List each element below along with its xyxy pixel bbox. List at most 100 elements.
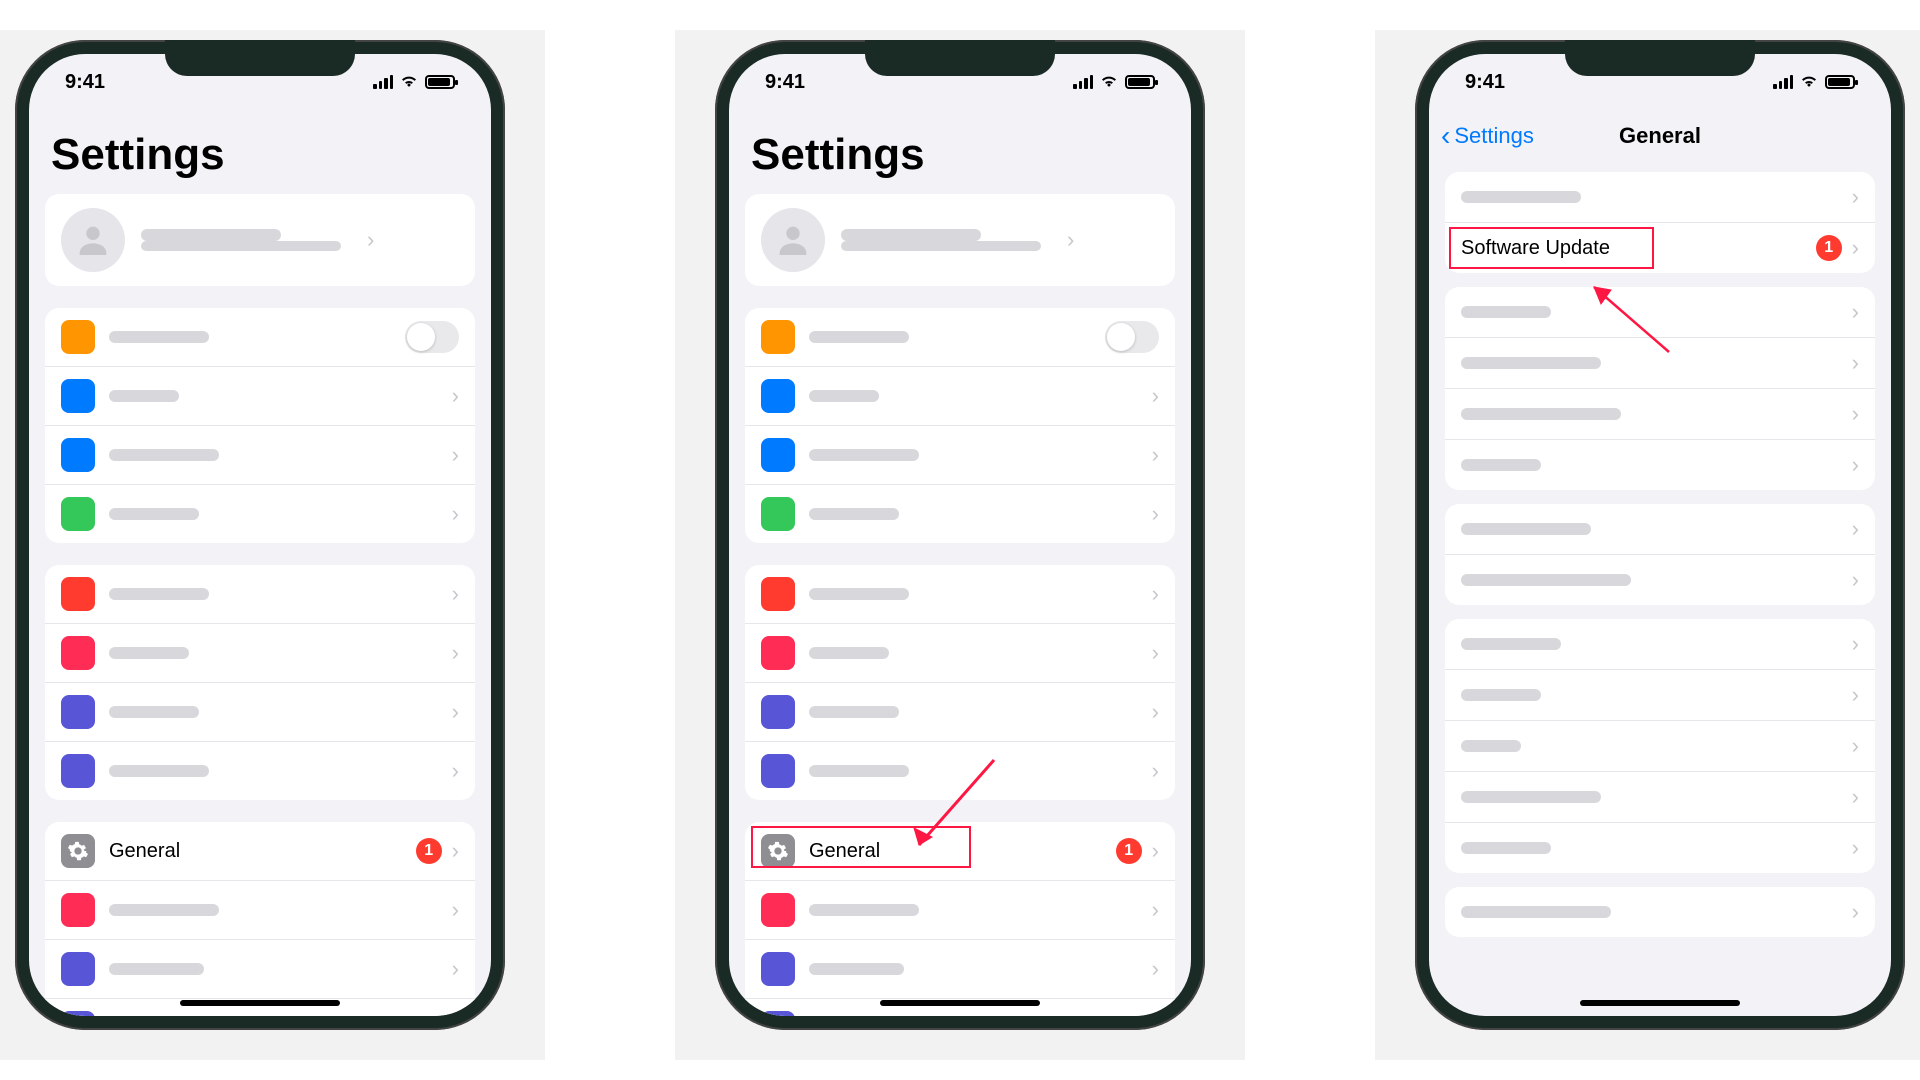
- general-group-5: ›: [1445, 887, 1875, 937]
- sounds-icon: [61, 636, 95, 670]
- airplay-row[interactable]: ›: [1445, 338, 1875, 389]
- status-indicators: [1073, 73, 1155, 91]
- wifi-row[interactable]: ›: [745, 367, 1175, 426]
- general-row[interactable]: General 1 ›: [745, 822, 1175, 881]
- control-center-row[interactable]: ›: [45, 881, 475, 940]
- bluetooth-row[interactable]: ›: [45, 426, 475, 485]
- bg-refresh-row[interactable]: ›: [1445, 555, 1875, 605]
- pip-row[interactable]: ›: [1445, 389, 1875, 440]
- sounds-row[interactable]: ›: [745, 624, 1175, 683]
- focus-row[interactable]: ›: [745, 683, 1175, 742]
- chevron-right-icon: ›: [452, 838, 459, 864]
- chevron-right-icon: ›: [1852, 784, 1859, 810]
- chevron-right-icon: ›: [452, 442, 459, 468]
- wifi-icon: [1099, 73, 1119, 91]
- focus-icon: [61, 695, 95, 729]
- status-time: 9:41: [1465, 71, 1505, 94]
- chevron-right-icon: ›: [452, 956, 459, 982]
- language-row[interactable]: ›: [1445, 772, 1875, 823]
- cellular-row[interactable]: ›: [45, 485, 475, 543]
- general-row[interactable]: General 1 ›: [45, 822, 475, 881]
- general-group-3: › ›: [1445, 504, 1875, 605]
- display-row[interactable]: ›: [45, 940, 475, 999]
- airplane-mode-row[interactable]: [745, 308, 1175, 367]
- chevron-right-icon: ›: [1152, 383, 1159, 409]
- home-indicator[interactable]: [180, 1000, 340, 1006]
- chevron-right-icon: ›: [1852, 631, 1859, 657]
- notification-badge: 1: [416, 838, 442, 864]
- chevron-right-icon: ›: [1852, 184, 1859, 210]
- display-icon: [761, 952, 795, 986]
- software-update-label: Software Update: [1461, 237, 1816, 260]
- airplane-mode-toggle[interactable]: [1105, 321, 1159, 353]
- airplane-mode-toggle[interactable]: [405, 321, 459, 353]
- chevron-right-icon: ›: [1152, 758, 1159, 784]
- notifications-row[interactable]: ›: [45, 565, 475, 624]
- display-icon: [61, 952, 95, 986]
- control-center-row[interactable]: ›: [745, 881, 1175, 940]
- screentime-icon: [761, 754, 795, 788]
- settings-group-3: General 1 › › ›: [745, 822, 1175, 1016]
- control-center-icon: [761, 893, 795, 927]
- chevron-right-icon: ›: [1852, 733, 1859, 759]
- chevron-right-icon: ›: [1067, 227, 1074, 253]
- cellular-icon: [761, 497, 795, 531]
- airdrop-row[interactable]: ›: [1445, 287, 1875, 338]
- about-row[interactable]: ›: [1445, 172, 1875, 223]
- gear-icon: [61, 834, 95, 868]
- notification-badge: 1: [1816, 235, 1842, 261]
- control-center-icon: [61, 893, 95, 927]
- chevron-right-icon: ›: [1852, 452, 1859, 478]
- bluetooth-row[interactable]: ›: [745, 426, 1175, 485]
- home-indicator[interactable]: [1580, 1000, 1740, 1006]
- dictionary-row[interactable]: ›: [1445, 823, 1875, 873]
- chevron-right-icon: ›: [1852, 682, 1859, 708]
- apple-id-card[interactable]: ›: [45, 194, 475, 286]
- notifications-icon: [761, 577, 795, 611]
- cellular-signal-icon: [373, 75, 393, 89]
- chevron-right-icon: ›: [452, 897, 459, 923]
- device-screen: 9:41 Settings: [729, 54, 1191, 1016]
- wifi-icon: [1799, 73, 1819, 91]
- general-group-4: › › › › ›: [1445, 619, 1875, 873]
- settings-group-3: General 1 › › ›: [45, 822, 475, 1016]
- chevron-right-icon: ›: [1852, 235, 1859, 261]
- step-2-container: 9:41 Settings: [675, 30, 1245, 1060]
- home-indicator[interactable]: [880, 1000, 1040, 1006]
- general-label: General: [109, 840, 416, 863]
- chevron-right-icon: ›: [1152, 956, 1159, 982]
- date-time-row[interactable]: ›: [1445, 619, 1875, 670]
- cellular-row[interactable]: ›: [745, 485, 1175, 543]
- airplane-mode-row[interactable]: [45, 308, 475, 367]
- fonts-row[interactable]: ›: [1445, 721, 1875, 772]
- settings-group-2: › › › ›: [745, 565, 1175, 800]
- home-screen-icon: [61, 1011, 95, 1016]
- sounds-row[interactable]: ›: [45, 624, 475, 683]
- page-title: Settings: [745, 110, 1175, 194]
- bluetooth-icon: [761, 438, 795, 472]
- screentime-row[interactable]: ›: [745, 742, 1175, 800]
- notifications-icon: [61, 577, 95, 611]
- chevron-right-icon: ›: [1852, 567, 1859, 593]
- general-group-1: › Software Update 1 ›: [1445, 172, 1875, 273]
- software-update-row[interactable]: Software Update 1 ›: [1445, 223, 1875, 273]
- settings-group-1: › › ›: [745, 308, 1175, 543]
- general-label: General: [809, 840, 1116, 863]
- display-row[interactable]: ›: [745, 940, 1175, 999]
- general-group-2: › › › ›: [1445, 287, 1875, 490]
- page-title: Settings: [45, 110, 475, 194]
- notifications-row[interactable]: ›: [745, 565, 1175, 624]
- avatar-icon: [761, 208, 825, 272]
- storage-row[interactable]: ›: [1445, 504, 1875, 555]
- carplay-row[interactable]: ›: [1445, 440, 1875, 490]
- apple-id-card[interactable]: ›: [745, 194, 1175, 286]
- keyboard-row[interactable]: ›: [1445, 670, 1875, 721]
- chevron-right-icon: ›: [1152, 699, 1159, 725]
- iphone-device-frame: 9:41 Settings: [15, 40, 505, 1030]
- screentime-row[interactable]: ›: [45, 742, 475, 800]
- wifi-row[interactable]: ›: [45, 367, 475, 426]
- nav-header: ‹ Settings General: [1429, 110, 1891, 162]
- focus-row[interactable]: ›: [45, 683, 475, 742]
- vpn-row[interactable]: ›: [1445, 887, 1875, 937]
- apple-id-name-placeholder: [141, 229, 341, 251]
